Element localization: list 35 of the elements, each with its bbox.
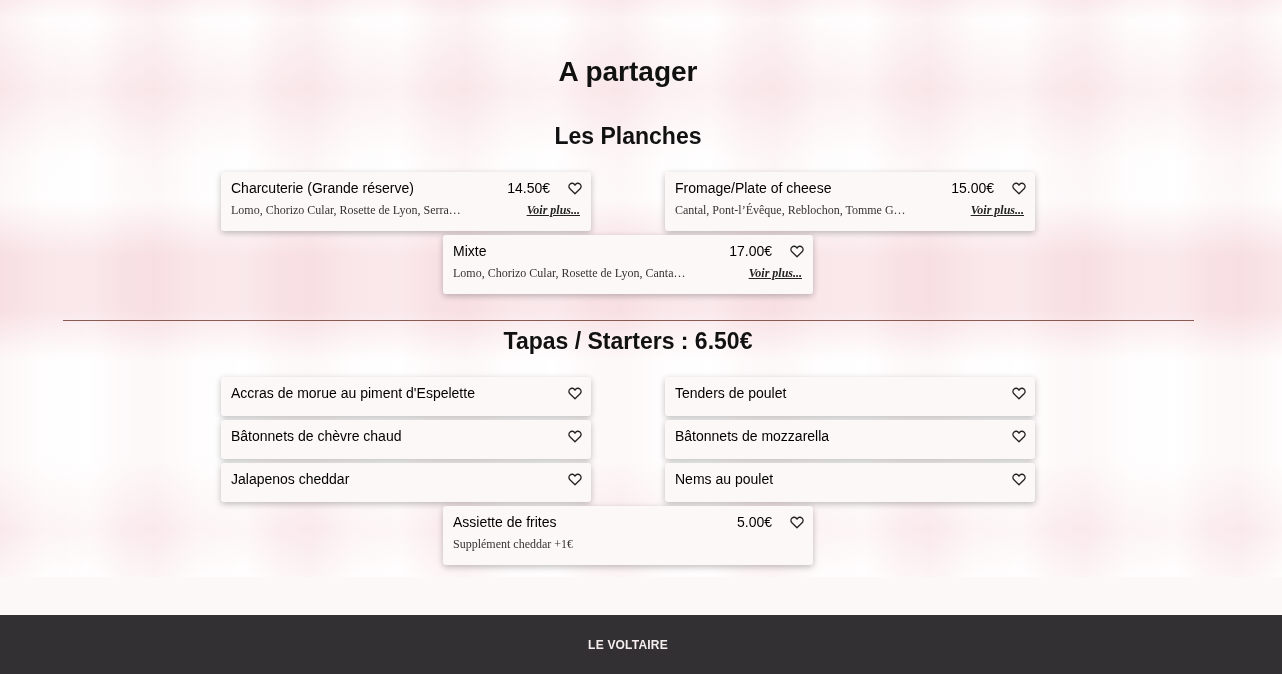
item-name: Mixte xyxy=(453,242,488,261)
item-name: Nems au poulet xyxy=(675,470,775,489)
item-name: Charcuterie (Grande réserve) xyxy=(231,179,415,198)
item-name: Assiette de frites xyxy=(453,513,558,532)
heart-icon[interactable] xyxy=(568,473,582,486)
section-title: Tapas / Starters : 6.50€ xyxy=(503,327,753,356)
see-more-link[interactable]: Voir plus... xyxy=(748,265,802,281)
heart-icon[interactable] xyxy=(568,387,582,400)
heart-icon[interactable] xyxy=(1012,387,1026,400)
item-name: Bâtonnets de mozzarella xyxy=(675,427,831,446)
heart-icon[interactable] xyxy=(568,182,582,195)
item-price: 5.00€ xyxy=(736,513,772,532)
item-description: Supplément cheddar +1€ xyxy=(453,536,575,552)
footer-brand: LE VOLTAIRE xyxy=(588,637,668,652)
see-more-link[interactable]: Voir plus... xyxy=(970,202,1024,218)
see-more-link[interactable]: Voir plus... xyxy=(526,202,580,218)
item-name: Tenders de poulet xyxy=(675,384,788,403)
heart-icon[interactable] xyxy=(1012,182,1026,195)
item-name: Bâtonnets de chèvre chaud xyxy=(231,427,403,446)
page-title: A partager xyxy=(558,55,698,89)
item-price: 14.50€ xyxy=(507,179,550,198)
item-name: Fromage/Plate of cheese xyxy=(675,179,833,198)
heart-icon[interactable] xyxy=(1012,473,1026,486)
heart-icon[interactable] xyxy=(1012,430,1026,443)
heart-icon[interactable] xyxy=(790,245,804,258)
item-name: Jalapenos cheddar xyxy=(231,470,351,489)
item-description: Lomo, Chorizo Cular, Rosette de Lyon, Canta… xyxy=(453,265,687,281)
heart-icon[interactable] xyxy=(568,430,582,443)
item-name: Accras de morue au piment d'Espelette xyxy=(231,384,476,403)
section-title: Les Planches xyxy=(554,122,702,151)
item-description: Lomo, Chorizo Cular, Rosette de Lyon, Serra… xyxy=(231,202,462,218)
item-description: Cantal, Pont-l’Évêque, Reblochon, Tomme G… xyxy=(675,202,907,218)
item-price: 17.00€ xyxy=(729,242,772,261)
item-price: 15.00€ xyxy=(951,179,994,198)
heart-icon[interactable] xyxy=(790,516,804,529)
